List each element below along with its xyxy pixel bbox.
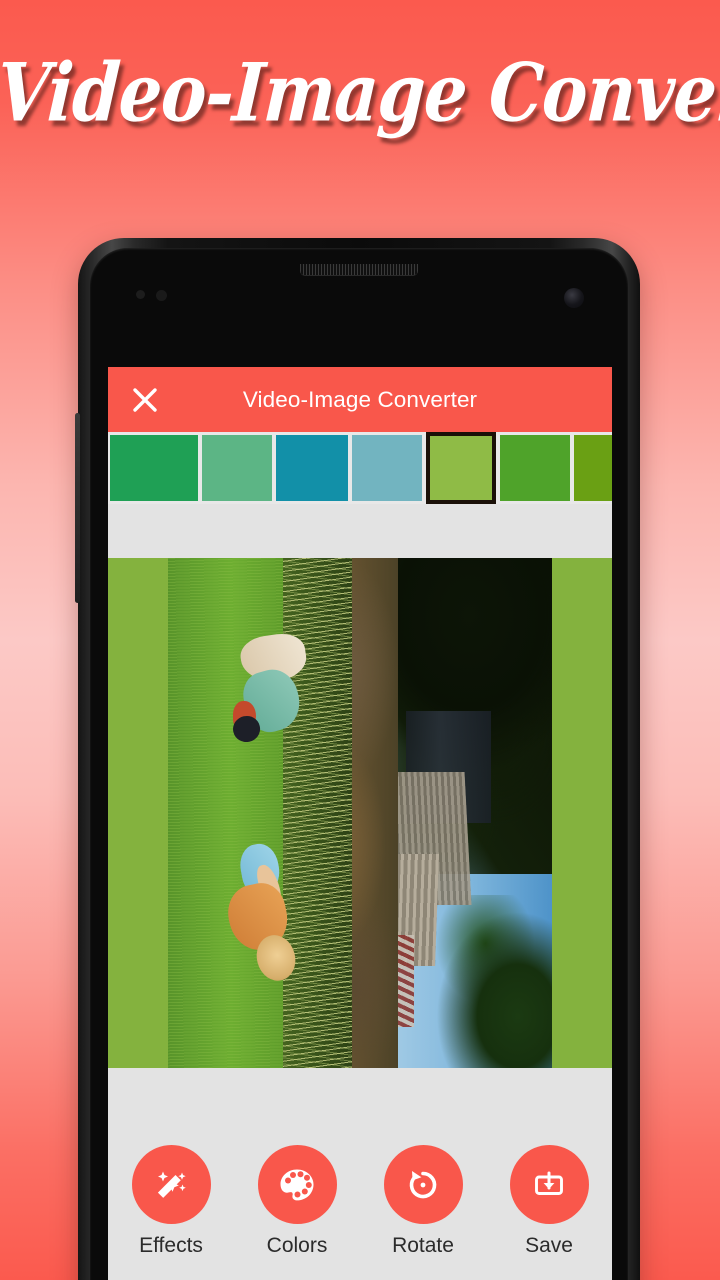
app-bar: Video-Image Converter [108, 367, 612, 432]
rotate-button[interactable]: Rotate [368, 1145, 478, 1258]
close-button[interactable] [124, 379, 166, 421]
rotate-ccw-icon[interactable] [383, 1145, 463, 1224]
color-swatch-strip[interactable] [108, 432, 612, 504]
close-icon [133, 387, 157, 412]
color-swatch-olive-green[interactable] [574, 435, 612, 501]
save-label: Save [525, 1234, 573, 1257]
save-button[interactable]: Save [494, 1145, 604, 1258]
download-icon[interactable] [509, 1145, 589, 1224]
color-swatch-dark-cyan[interactable] [276, 435, 348, 501]
color-swatch-yellow-green[interactable] [426, 432, 496, 504]
photo-right-trees [436, 894, 552, 1068]
app-bar-title: Video-Image Converter [242, 386, 478, 412]
front-camera-icon [564, 288, 584, 308]
bottom-toolbar: Effects Colors Rotate Save [108, 1068, 612, 1280]
effects-button[interactable]: Effects [116, 1145, 226, 1258]
promo-title: Video-Image Converter [0, 46, 720, 141]
rotated-photo [168, 558, 552, 1068]
palette-icon[interactable] [257, 1145, 337, 1224]
color-swatch-cadet-blue[interactable] [352, 435, 422, 501]
volume-button[interactable] [75, 413, 80, 603]
photo-lawn [168, 558, 284, 1068]
photo-frame[interactable] [168, 558, 552, 1068]
colors-button[interactable]: Colors [242, 1145, 352, 1258]
earpiece-speaker-icon [300, 264, 418, 276]
color-swatch-lime-green[interactable] [500, 435, 570, 501]
photo-canvas[interactable] [108, 558, 612, 1068]
effects-label: Effects [139, 1234, 203, 1257]
swatch-strip-spacer [108, 504, 612, 558]
light-sensor-icon [156, 290, 167, 301]
magic-wand-icon[interactable] [131, 1145, 211, 1224]
proximity-sensor-icon [136, 290, 145, 299]
colors-label: Colors [266, 1234, 328, 1257]
color-swatch-green[interactable] [110, 435, 198, 501]
phone-mockup: Video-Image Converter Effects Colors Rot… [75, 238, 640, 1280]
promo-screenshot: Video-Image Converter Video-Image Conver… [0, 0, 720, 1280]
color-swatch-medium-sea-green[interactable] [202, 435, 272, 501]
rotate-label: Rotate [392, 1234, 454, 1257]
app-screen: Video-Image Converter Effects Colors Rot… [108, 367, 612, 1280]
